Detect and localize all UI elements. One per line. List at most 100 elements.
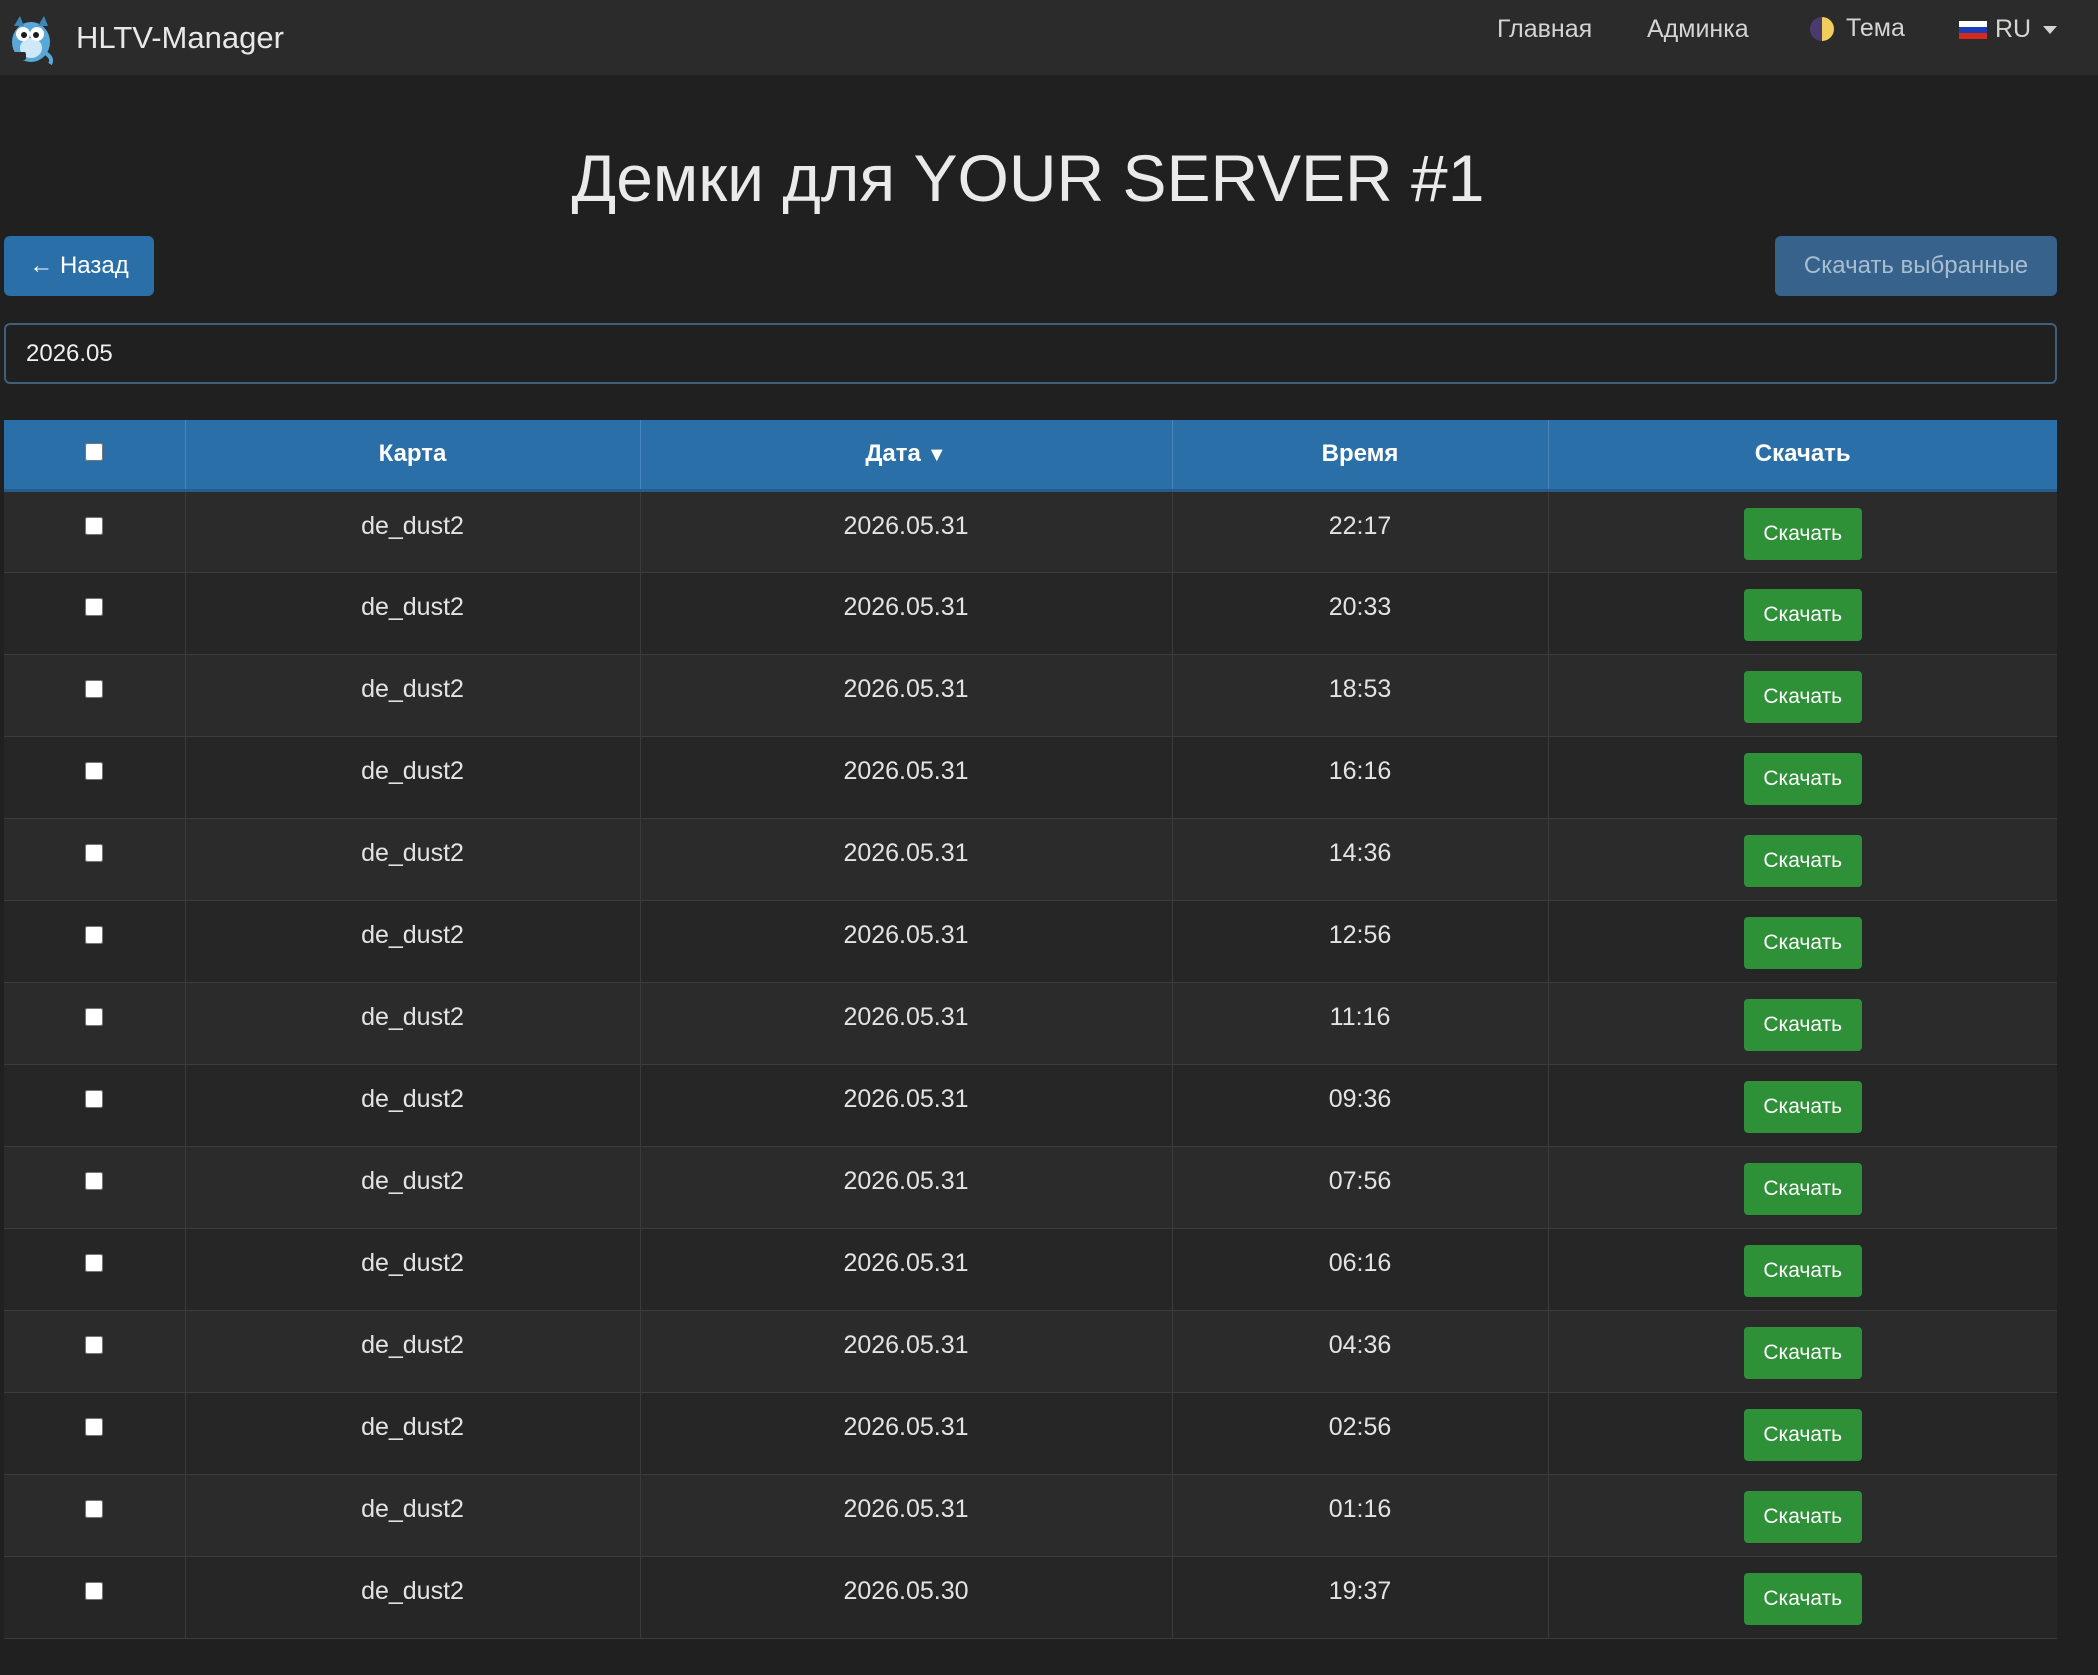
table-row: de_dust2 2026.05.31 12:56 Скачать [4,900,2057,983]
row-checkbox[interactable] [85,1499,104,1518]
date-cell: 2026.05.31 [640,1392,1173,1475]
row-checkbox[interactable] [85,925,104,944]
map-cell: de_dust2 [185,572,641,655]
column-header-date[interactable]: Дата ▼ [640,420,1173,492]
demos-table: Карта Дата ▼ Время Скачать de_dust2 2026.0… [4,420,2057,1639]
time-cell: 07:56 [1172,1146,1549,1229]
date-cell: 2026.05.31 [640,900,1173,983]
time-cell: 16:16 [1172,736,1549,819]
download-button[interactable]: Скачать [1743,1490,1862,1543]
row-checkbox[interactable] [85,1007,104,1026]
column-header-time[interactable]: Время [1172,420,1549,492]
caret-down-icon [2043,25,2058,34]
download-button[interactable]: Скачать [1743,752,1862,805]
download-cell: Скачать [1548,490,2057,573]
search-input[interactable] [4,323,2057,384]
row-checkbox[interactable] [85,1417,104,1436]
row-select-cell [4,1064,186,1147]
date-cell: 2026.05.31 [640,572,1173,655]
row-select-cell [4,1474,186,1557]
row-checkbox[interactable] [85,679,104,698]
time-cell: 14:36 [1172,818,1549,901]
download-button[interactable]: Скачать [1743,1080,1862,1133]
page-title: Демки для YOUR SERVER #1 [571,141,1485,215]
row-checkbox[interactable] [85,761,104,780]
download-button[interactable]: Скачать [1743,916,1862,969]
download-button[interactable]: Скачать [1743,1572,1862,1625]
column-header-download: Скачать [1548,420,2057,492]
table-row: de_dust2 2026.05.31 02:56 Скачать [4,1392,2057,1475]
brand-link[interactable]: HLTV-Manager [4,0,284,75]
download-cell: Скачать [1548,982,2057,1065]
download-cell: Скачать [1548,572,2057,655]
row-select-cell [4,982,186,1065]
map-cell: de_dust2 [185,900,641,983]
brand-title: HLTV-Manager [76,19,284,55]
language-dropdown[interactable]: RU [1959,15,2058,44]
date-cell: 2026.05.31 [640,1474,1173,1557]
time-cell: 12:56 [1172,900,1549,983]
map-cell: de_dust2 [185,1146,641,1229]
select-all-checkbox[interactable] [85,443,104,462]
date-cell: 2026.05.31 [640,818,1173,901]
table-row: de_dust2 2026.05.31 16:16 Скачать [4,736,2057,819]
time-cell: 09:36 [1172,1064,1549,1147]
row-checkbox[interactable] [85,1581,104,1600]
row-checkbox[interactable] [85,843,104,862]
row-checkbox[interactable] [85,1335,104,1354]
table-row: de_dust2 2026.05.31 20:33 Скачать [4,572,2057,655]
row-select-cell [4,654,186,737]
table-row: de_dust2 2026.05.31 22:17 Скачать [4,490,2057,573]
date-cell: 2026.05.31 [640,1146,1173,1229]
download-button[interactable]: Скачать [1743,834,1862,887]
date-cell: 2026.05.31 [640,490,1173,573]
row-checkbox[interactable] [85,516,104,535]
nav-admin-link[interactable]: Админка [1647,15,1749,44]
column-header-map[interactable]: Карта [185,420,641,492]
map-cell: de_dust2 [185,1474,641,1557]
download-cell: Скачать [1548,1064,2057,1147]
time-cell: 19:37 [1172,1556,1549,1639]
download-button[interactable]: Скачать [1743,507,1862,560]
row-select-cell [4,1310,186,1393]
date-cell: 2026.05.31 [640,1228,1173,1311]
time-cell: 04:36 [1172,1310,1549,1393]
row-select-cell [4,1392,186,1475]
download-button[interactable]: Скачать [1743,1244,1862,1297]
time-cell: 18:53 [1172,654,1549,737]
date-cell: 2026.05.31 [640,736,1173,819]
demos-table-wrapper: Карта Дата ▼ Время Скачать de_dust2 2026.0… [4,420,2057,1639]
theme-toggle[interactable]: Тема [1810,14,1905,43]
table-row: de_dust2 2026.05.31 04:36 Скачать [4,1310,2057,1393]
download-cell: Скачать [1548,818,2057,901]
download-button[interactable]: Скачать [1743,588,1862,641]
download-button[interactable]: Скачать [1743,1162,1862,1215]
time-cell: 02:56 [1172,1392,1549,1475]
row-checkbox[interactable] [85,1089,104,1108]
app-logo-icon [12,15,54,65]
nav-home-link[interactable]: Главная [1497,15,1592,44]
time-cell: 20:33 [1172,572,1549,655]
download-cell: Скачать [1548,1310,2057,1393]
navbar: HLTV-Manager Главная Админка Тема RU [0,0,2098,75]
download-button[interactable]: Скачать [1743,670,1862,723]
table-row: de_dust2 2026.05.31 14:36 Скачать [4,818,2057,901]
row-select-cell [4,736,186,819]
table-row: de_dust2 2026.05.30 19:37 Скачать [4,1556,2057,1639]
table-row: de_dust2 2026.05.31 07:56 Скачать [4,1146,2057,1229]
map-cell: de_dust2 [185,490,641,573]
date-cell: 2026.05.30 [640,1556,1173,1639]
time-cell: 06:16 [1172,1228,1549,1311]
date-cell: 2026.05.31 [640,654,1173,737]
download-selected-button[interactable]: Скачать выбранные [1775,236,2057,296]
language-label: RU [1995,15,2032,43]
row-checkbox[interactable] [85,1171,104,1190]
row-select-cell [4,1556,186,1639]
download-button[interactable]: Скачать [1743,998,1862,1051]
row-checkbox[interactable] [85,597,104,616]
download-button[interactable]: Скачать [1743,1408,1862,1461]
download-cell: Скачать [1548,1556,2057,1639]
download-button[interactable]: Скачать [1743,1326,1862,1379]
back-button[interactable]: ← Назад [4,236,154,296]
row-checkbox[interactable] [85,1253,104,1272]
